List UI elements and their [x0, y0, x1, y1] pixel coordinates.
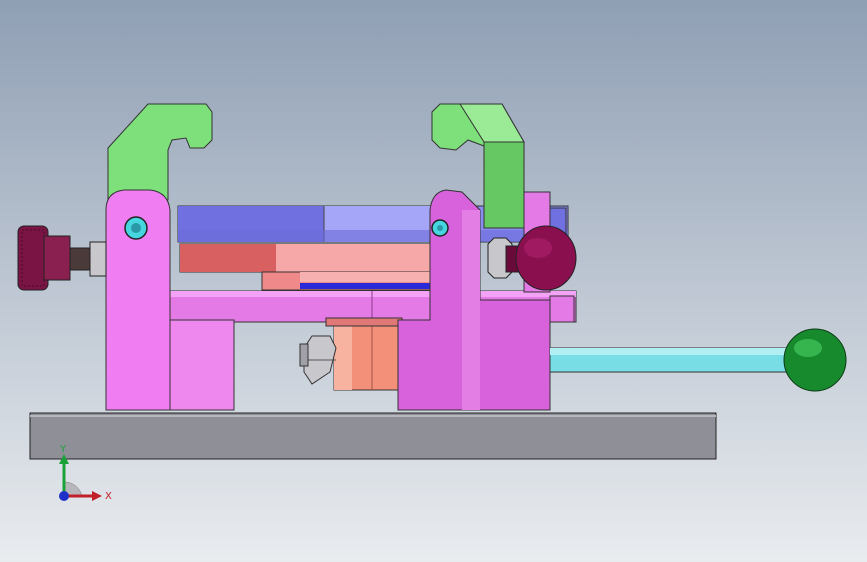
hex-nut[interactable] [299, 335, 337, 385]
x-axis-label: X [105, 491, 112, 502]
base-plate[interactable] [29, 412, 717, 460]
y-axis-label: Y [59, 444, 67, 455]
orange-block[interactable] [325, 317, 403, 391]
cad-model-view[interactable] [0, 0, 867, 562]
graphics-viewport[interactable]: X Y [0, 0, 867, 562]
knurled-knob[interactable] [17, 225, 107, 291]
green-ball-knob[interactable] [783, 328, 847, 392]
z-axis-dot [59, 491, 69, 501]
reference-triad: X Y [59, 444, 112, 502]
green-hook-left[interactable] [107, 103, 213, 201]
salmon-bar[interactable] [179, 243, 453, 291]
handle-rod[interactable] [549, 347, 791, 373]
